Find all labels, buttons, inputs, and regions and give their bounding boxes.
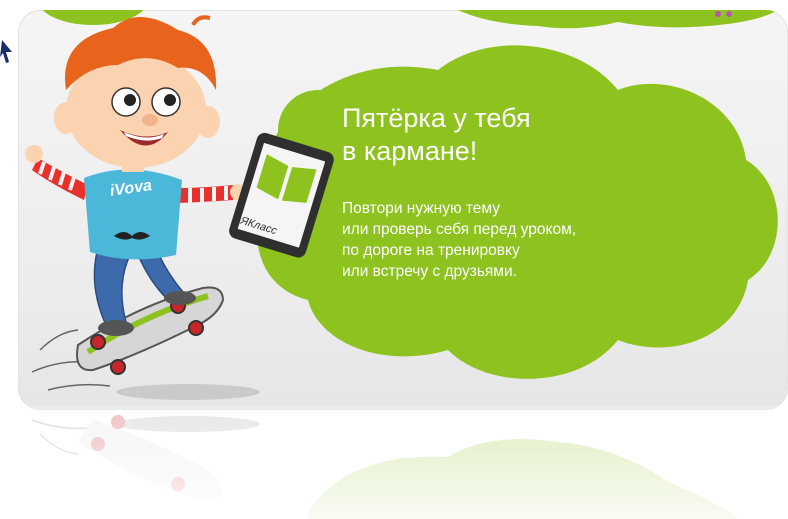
banner-description: Повтори нужную тему или проверь себя пер…: [342, 198, 576, 282]
skateboard-shadow: [116, 384, 260, 400]
promo-banner[interactable]: ЯКласс iVova Пятёрка у тебя в кармане! П…: [18, 10, 788, 410]
description-line-3: по дороге на тренировку: [342, 242, 520, 259]
banner-headline: Пятёрка у тебя в кармане!: [342, 102, 531, 168]
description-line-4: или встречу с друзьями.: [342, 263, 517, 280]
description-line-1: Повтори нужную тему: [342, 200, 501, 217]
reflection-fade: [0, 405, 788, 519]
description-line-2: или проверь себя перед уроком,: [342, 221, 577, 238]
cursor-icon: [0, 40, 12, 63]
headline-line-2: в кармане!: [342, 136, 478, 166]
headline-line-1: Пятёрка у тебя: [342, 103, 531, 133]
